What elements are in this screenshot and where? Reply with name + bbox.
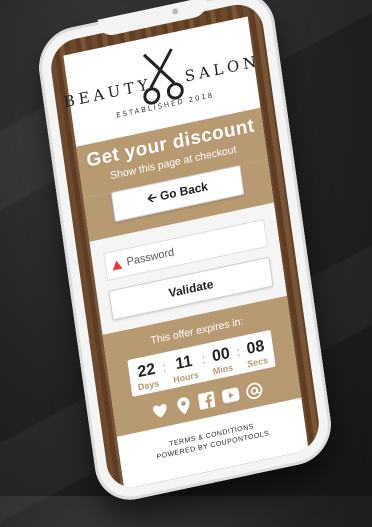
countdown-days: 22 Days [135, 360, 160, 393]
password-placeholder: Password [125, 246, 175, 269]
facebook-icon[interactable] [197, 390, 217, 412]
phone-screen: BEAUTY SALON ESTABLISHED 2018 Get your d… [47, 0, 323, 493]
arrow-left-icon: 🡨 [146, 189, 158, 206]
countdown-hours: 11 Hours [170, 352, 200, 385]
heart-icon[interactable] [150, 400, 170, 422]
location-pin-icon[interactable] [173, 395, 193, 417]
countdown-mins: 00 Mins [210, 345, 234, 377]
coupon-card: BEAUTY SALON ESTABLISHED 2018 Get your d… [63, 16, 309, 490]
youtube-icon[interactable] [220, 385, 240, 407]
countdown-separator: : [161, 359, 167, 376]
logo-word-right: SALON [183, 51, 262, 86]
go-back-label: Go Back [158, 178, 209, 203]
countdown-secs: 08 Secs [244, 337, 269, 370]
countdown-separator: : [235, 343, 241, 360]
warning-icon [111, 259, 123, 271]
countdown-separator: : [200, 350, 207, 367]
at-sign-icon[interactable] [244, 380, 264, 402]
camera-icon [171, 7, 179, 16]
validate-label: Validate [167, 276, 215, 301]
